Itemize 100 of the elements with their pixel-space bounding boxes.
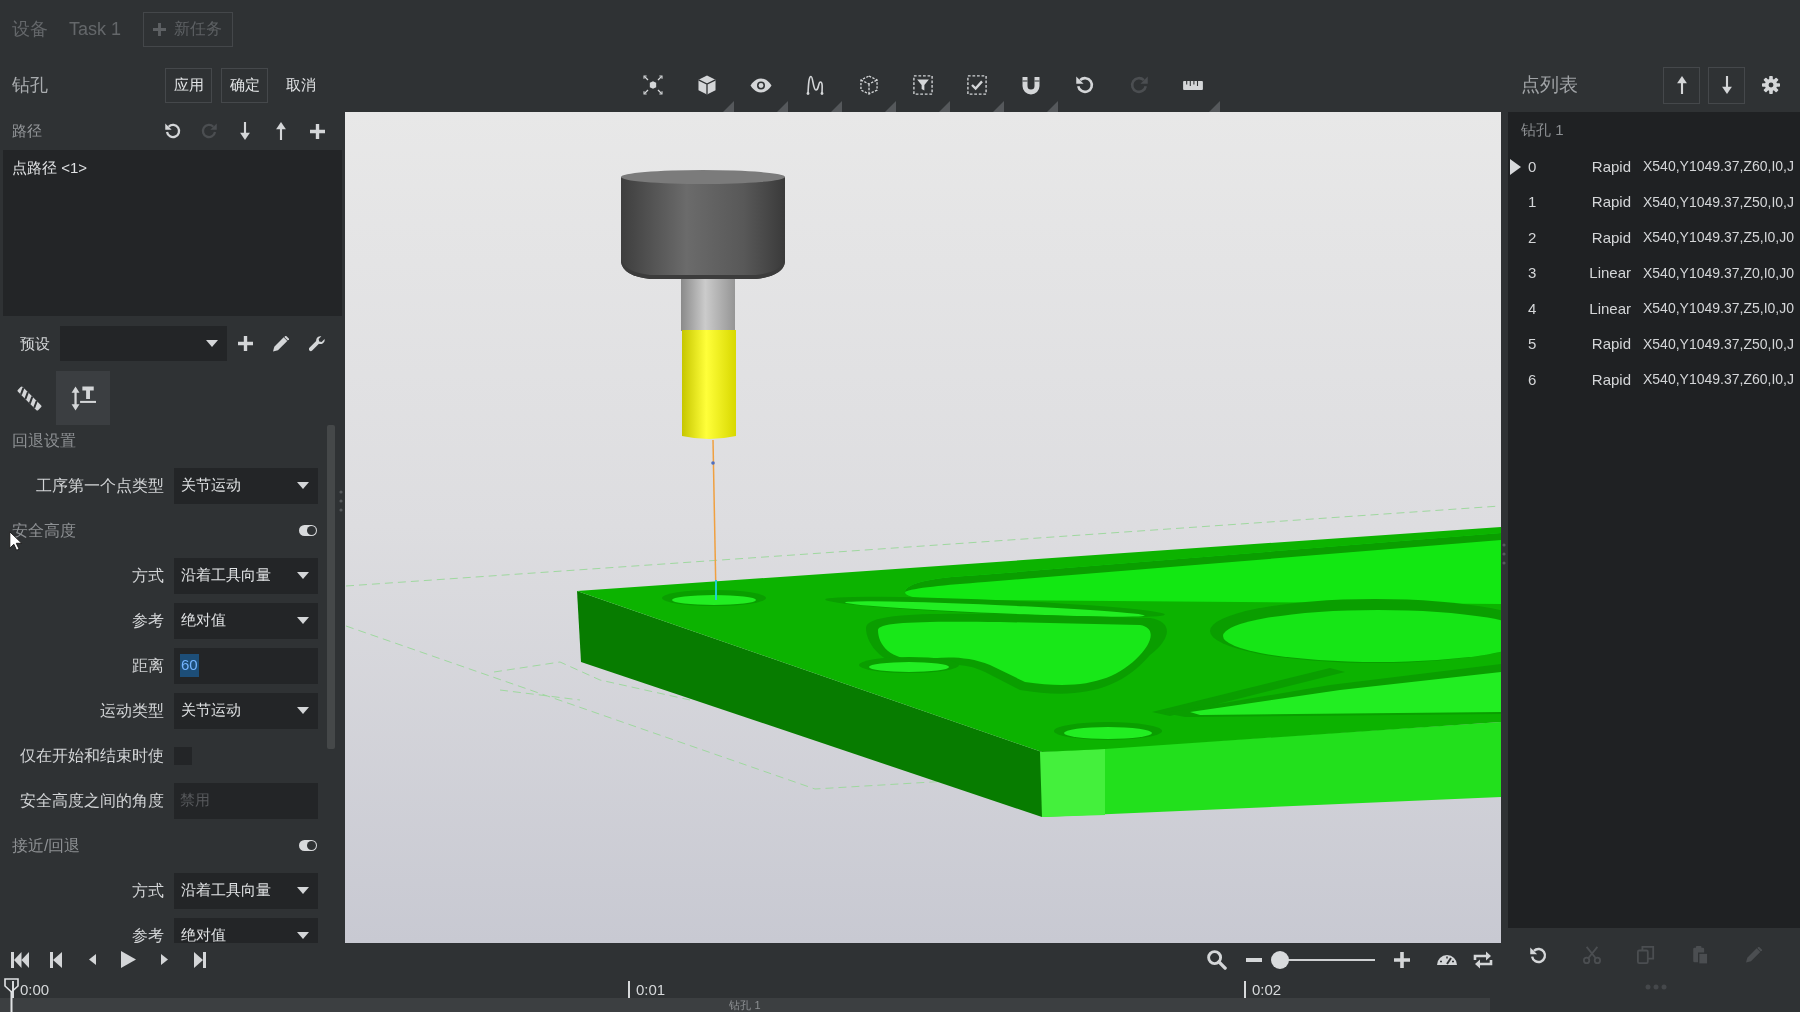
3d-viewport[interactable] <box>345 112 1501 943</box>
track-label: 钻孔 1 <box>729 999 761 1011</box>
dropdown[interactable]: 沿着工具向量 <box>174 557 318 594</box>
dropdown[interactable]: 绝对值 <box>174 917 318 943</box>
point-type: Rapid <box>1591 156 1631 177</box>
list-item[interactable]: 点路径 <1> <box>3 155 342 181</box>
zoom-search-icon[interactable] <box>1207 949 1227 970</box>
move-up-button[interactable] <box>1663 66 1700 104</box>
magnet-icon[interactable] <box>1022 75 1040 95</box>
field-label: 运动类型 <box>100 700 164 721</box>
dropdown[interactable]: 绝对值 <box>174 602 318 639</box>
zoom-out-icon[interactable] <box>1246 957 1262 962</box>
previous-key-icon[interactable] <box>50 951 62 968</box>
pencil-icon[interactable] <box>273 335 289 352</box>
dialog-button[interactable]: 取消 <box>277 67 324 103</box>
move-down-button[interactable] <box>1708 66 1745 104</box>
point-coordinates: X540,Y1049.37,Z60,I0,J <box>1643 157 1794 177</box>
field-label: 安全高度之间的角度 <box>20 790 164 811</box>
mode-tab[interactable] <box>56 371 110 425</box>
group-label: 钻孔 1 <box>1521 120 1564 141</box>
point-type: Rapid <box>1591 369 1631 390</box>
arrow-down-icon <box>1721 76 1732 94</box>
playhead-icon[interactable] <box>4 978 19 1012</box>
point-coordinates: X540,Y1049.37,Z60,I0,J <box>1643 370 1794 390</box>
point-type: Rapid <box>1591 192 1631 212</box>
repeat-icon[interactable] <box>1473 950 1493 969</box>
point-type: Rapid <box>1591 227 1631 248</box>
toggle-switch[interactable] <box>299 840 317 851</box>
speed-gauge-icon[interactable] <box>1437 954 1457 965</box>
undo-icon[interactable] <box>1529 946 1547 964</box>
caret-icon <box>297 482 309 489</box>
skip-to-end-icon[interactable] <box>194 951 206 968</box>
row-index: 4 <box>1528 299 1537 317</box>
field-label: 仅在开始和结束时使 <box>20 745 164 766</box>
field-label: 方式 <box>132 880 164 901</box>
caret-icon <box>297 617 309 624</box>
caret-icon <box>297 932 309 939</box>
filter-icon[interactable] <box>913 75 933 95</box>
text-selection: 60 <box>180 654 199 677</box>
plus-icon <box>153 22 167 36</box>
dialog-button[interactable]: 应用 <box>165 67 212 103</box>
play-icon[interactable] <box>120 951 136 968</box>
settings-icon[interactable] <box>1762 76 1780 94</box>
arrow-up-icon <box>1676 76 1687 94</box>
plus-icon[interactable] <box>237 336 253 351</box>
row-index: 0 <box>1528 157 1537 175</box>
section-heading: 接近/回退 <box>12 835 81 856</box>
point-type: Linear <box>1589 298 1631 319</box>
grip-handle-icon[interactable] <box>1502 543 1506 565</box>
plus-icon[interactable] <box>309 123 325 139</box>
field-label: 参考 <box>132 925 164 943</box>
panel-title: 钻孔 <box>12 74 48 95</box>
undo-icon[interactable] <box>1076 76 1094 94</box>
panel-title: 点列表 <box>1521 72 1578 97</box>
point-coordinates: X540,Y1049.37,Z50,I0,J <box>1643 192 1794 212</box>
dialog-button[interactable]: 确定 <box>221 67 268 103</box>
section-label: 路径 <box>12 122 42 139</box>
caret-icon <box>297 572 309 579</box>
fit-view-icon[interactable] <box>643 75 663 95</box>
curve-icon[interactable] <box>806 75 824 95</box>
point-type: Rapid <box>1591 334 1631 354</box>
dropdown[interactable]: 关节运动 <box>174 692 318 729</box>
zoom-in-icon[interactable] <box>1394 951 1410 968</box>
dashed-cube-icon[interactable] <box>860 75 878 95</box>
row-index: 1 <box>1528 193 1537 211</box>
slider-thumb[interactable] <box>1271 950 1289 969</box>
row-index: 2 <box>1528 228 1537 246</box>
undo-icon[interactable] <box>165 123 181 139</box>
field-label: 工序第一个点类型 <box>36 475 164 496</box>
cube-icon[interactable] <box>698 75 716 95</box>
dashed-checkbox-icon[interactable] <box>967 75 987 95</box>
caret-icon <box>297 887 309 894</box>
row-index: 6 <box>1528 370 1537 388</box>
skip-to-start-icon[interactable] <box>11 951 29 968</box>
field-label: 方式 <box>132 565 164 586</box>
point-coordinates: X540,Y1049.37,Z50,I0,J <box>1643 334 1794 354</box>
eye-icon[interactable] <box>750 77 772 93</box>
row-index: 5 <box>1528 335 1537 353</box>
row-index: 3 <box>1528 264 1537 282</box>
text-field[interactable]: 60 <box>174 647 318 684</box>
section-heading: 回退设置 <box>12 430 76 451</box>
point-coordinates: X540,Y1049.37,Z5,I0,J0 <box>1643 299 1794 319</box>
caret-icon <box>297 707 309 714</box>
section-heading: 安全高度 <box>12 520 76 541</box>
step-back-icon[interactable] <box>88 954 96 965</box>
ruler-icon[interactable] <box>1183 80 1203 90</box>
toggle-switch[interactable] <box>299 525 317 536</box>
arrow-down-icon[interactable] <box>240 122 250 140</box>
dropdown[interactable]: 沿着工具向量 <box>174 872 318 909</box>
step-forward-icon[interactable] <box>160 954 168 965</box>
point-coordinates: X540,Y1049.37,Z5,I0,J0 <box>1643 228 1794 248</box>
wrench-icon[interactable] <box>309 335 325 352</box>
field-label: 距离 <box>132 655 164 676</box>
dropdown[interactable]: 关节运动 <box>174 467 318 504</box>
caret-icon <box>206 340 218 347</box>
point-coordinates: X540,Y1049.37,Z0,I0,J0 <box>1643 263 1794 283</box>
field-label: 预设 <box>20 334 50 352</box>
retract-icon <box>70 385 96 411</box>
point-type: Linear <box>1589 263 1631 283</box>
arrow-up-icon[interactable] <box>276 122 286 140</box>
